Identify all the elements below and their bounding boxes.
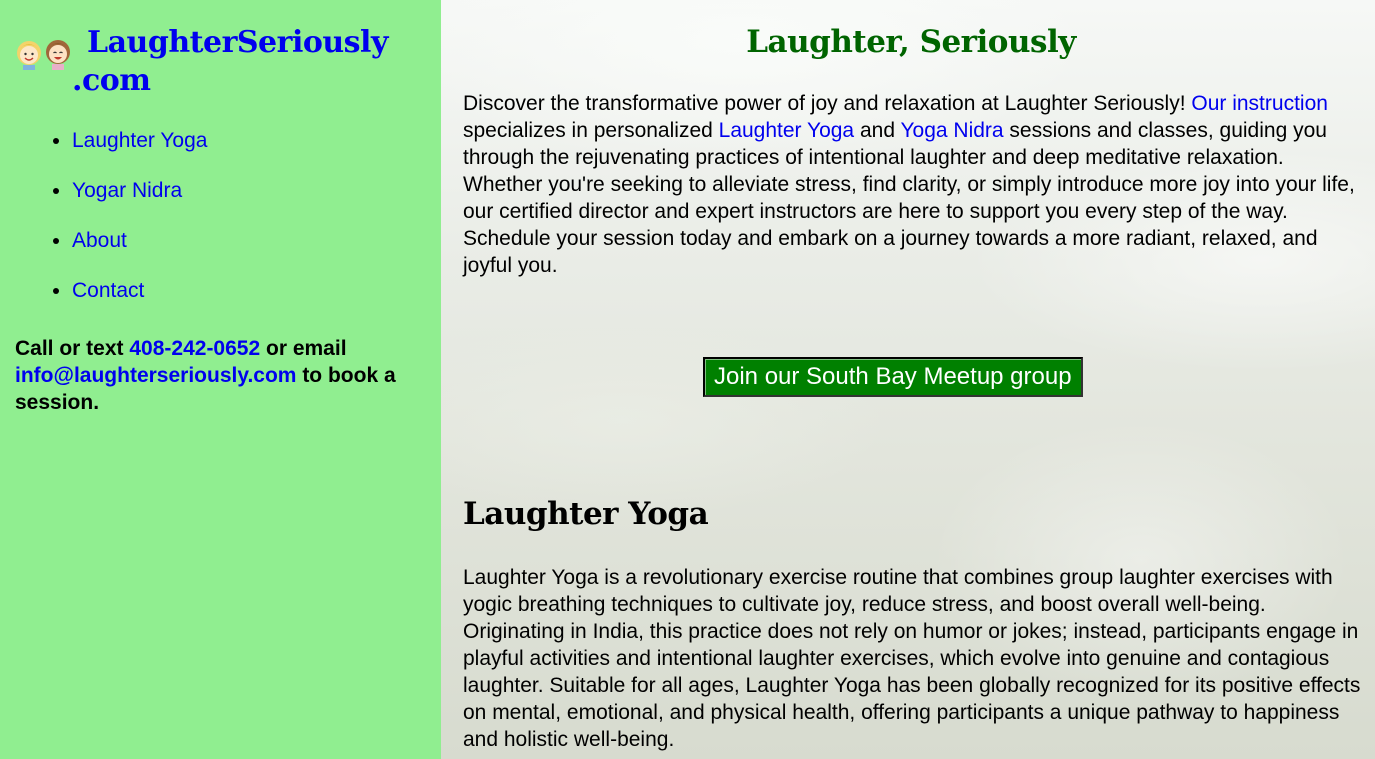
brand-name-line1: LaughterSeriously: [87, 25, 388, 60]
contact-middle: or email: [260, 337, 347, 360]
nav-link-laughter-yoga[interactable]: Laughter Yoga: [72, 129, 207, 152]
brand-name-line2: .com: [72, 63, 151, 98]
intro-text-3: and: [854, 119, 901, 142]
nav-link-yoga-nidra[interactable]: Yogar Nidra: [72, 179, 182, 202]
nav-link-contact[interactable]: Contact: [72, 279, 144, 302]
intro-text-1: Discover the transformative power of joy…: [463, 92, 1192, 115]
brand-link[interactable]: LaughterSeriously .com: [72, 24, 422, 100]
laughter-yoga-link[interactable]: Laughter Yoga: [719, 119, 854, 142]
intro-text-2: specializes in personalized: [463, 119, 719, 142]
contact-prefix: Call or text: [15, 337, 130, 360]
intro-paragraph: Discover the transformative power of joy…: [463, 90, 1363, 279]
meetup-button-wrap: Join our South Bay Meetup group: [703, 357, 1083, 397]
our-instruction-link[interactable]: Our instruction: [1191, 92, 1328, 115]
laughter-yoga-description: Laughter Yoga is a revolutionary exercis…: [463, 566, 1361, 751]
intro-text-4: sessions and classes, guiding you throug…: [463, 119, 1355, 277]
main-content: Laughter, Seriously Discover the transfo…: [441, 0, 1375, 759]
email-link[interactable]: info@laughterseriously.com: [15, 364, 296, 387]
laughter-yoga-heading: Laughter Yoga: [463, 496, 709, 532]
meetup-button[interactable]: Join our South Bay Meetup group: [703, 357, 1083, 397]
nav-item-contact: Contact: [72, 276, 207, 306]
nav-item-laughter-yoga: Laughter Yoga: [72, 126, 207, 156]
page-title: Laughter, Seriously: [746, 24, 1076, 60]
yoga-nidra-link[interactable]: Yoga Nidra: [900, 119, 1003, 142]
sidebar-nav: Laughter Yoga Yogar Nidra About Contact: [32, 126, 207, 326]
contact-info: Call or text 408-242-0652 or email info@…: [15, 335, 425, 416]
nav-item-about: About: [72, 226, 207, 256]
smiling-faces-logo-icon[interactable]: [14, 34, 74, 70]
nav-item-yoga-nidra: Yogar Nidra: [72, 176, 207, 206]
phone-link[interactable]: 408-242-0652: [129, 337, 260, 360]
nav-link-about[interactable]: About: [72, 229, 127, 252]
sidebar: LaughterSeriously .com Laughter Yoga Yog…: [0, 0, 441, 759]
